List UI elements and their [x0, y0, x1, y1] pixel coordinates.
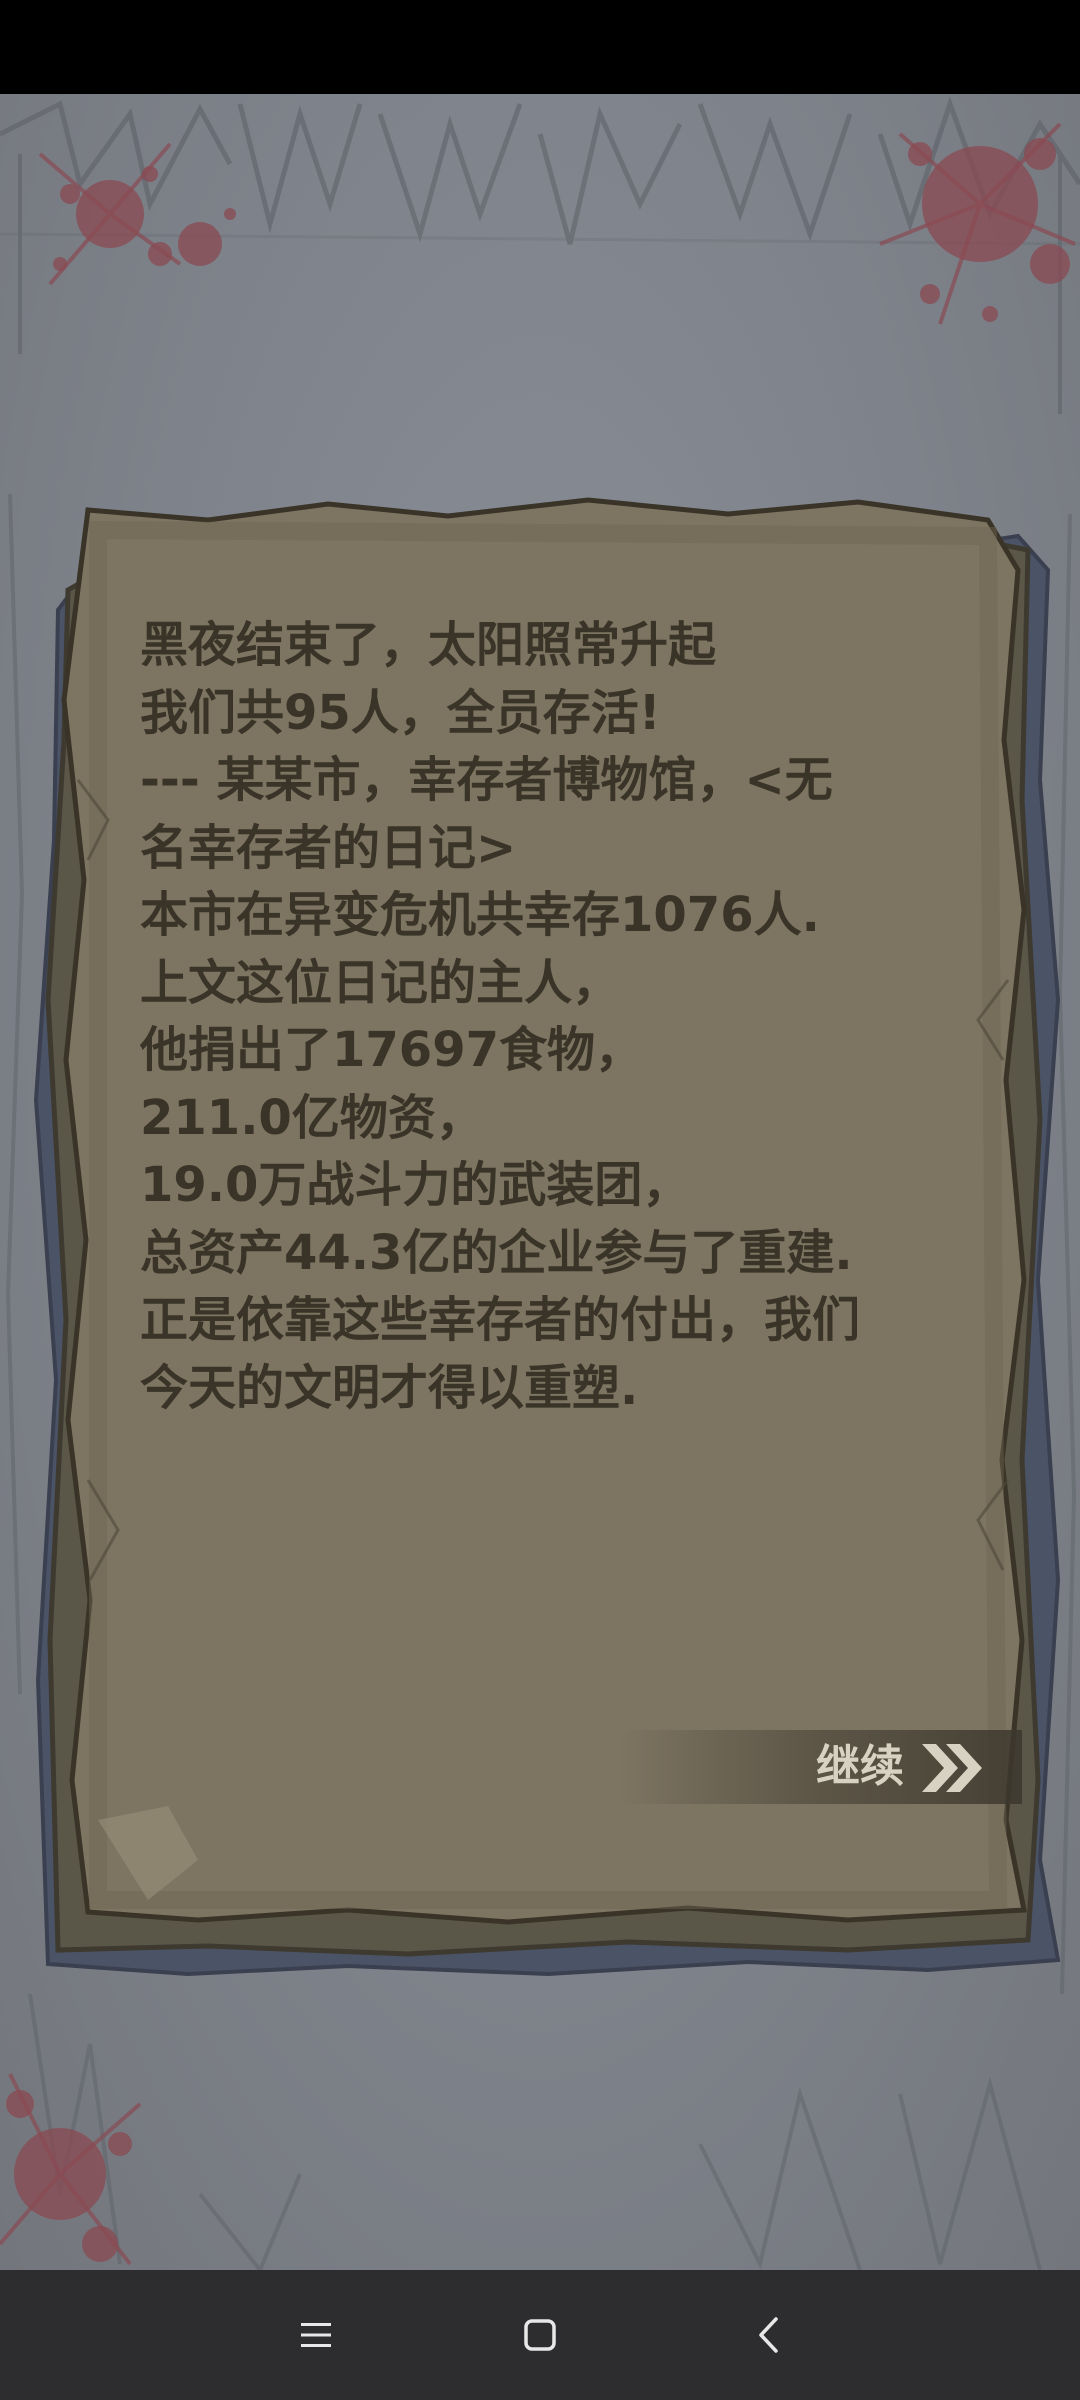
system-navigation-bar — [0, 2270, 1080, 2400]
diary-line: 上文这位日记的主人， — [140, 954, 621, 1011]
diary-line: 名幸存者的日记> — [140, 819, 517, 876]
nav-back-button[interactable] — [728, 2300, 808, 2370]
nav-menu-button[interactable] — [276, 2300, 356, 2370]
continue-label: 继续 — [816, 1741, 904, 1792]
back-icon — [759, 2317, 778, 2353]
double-chevron-right-icon — [922, 1744, 982, 1792]
diary-line: --- 某某市，幸存者博物馆，<无 — [140, 752, 833, 808]
diary-line: 总资产44.3亿的企业参与了重建. — [140, 1224, 853, 1281]
diary-line: 本市在异变危机共幸存1076人. — [140, 887, 820, 943]
continue-button[interactable]: 继续 — [620, 1730, 1022, 1804]
game-screen: 黑夜结束了，太阳照常升起 我们共95人，全员存活! --- 某某市，幸存者博物馆… — [0, 0, 1080, 2400]
diary-line: 我们共95人，全员存活! — [140, 684, 661, 741]
diary-line: 他捐出了17697食物， — [140, 1022, 643, 1078]
diary-line: 211.0亿物资， — [140, 1089, 484, 1146]
diary-line: 19.0万战斗力的武装团， — [140, 1157, 691, 1213]
diary-text: 黑夜结束了，太阳照常升起 我们共95人，全员存活! --- 某某市，幸存者博物馆… — [140, 612, 960, 1422]
status-bar — [0, 0, 1080, 94]
menu-icon — [301, 2323, 331, 2347]
home-icon — [524, 2319, 556, 2351]
diary-line: 黑夜结束了，太阳照常升起 — [140, 617, 717, 673]
diary-line: 正是依靠这些幸存者的付出，我们 — [140, 1292, 861, 1348]
diary-line: 今天的文明才得以重塑. — [140, 1359, 639, 1416]
nav-home-button[interactable] — [500, 2300, 580, 2370]
